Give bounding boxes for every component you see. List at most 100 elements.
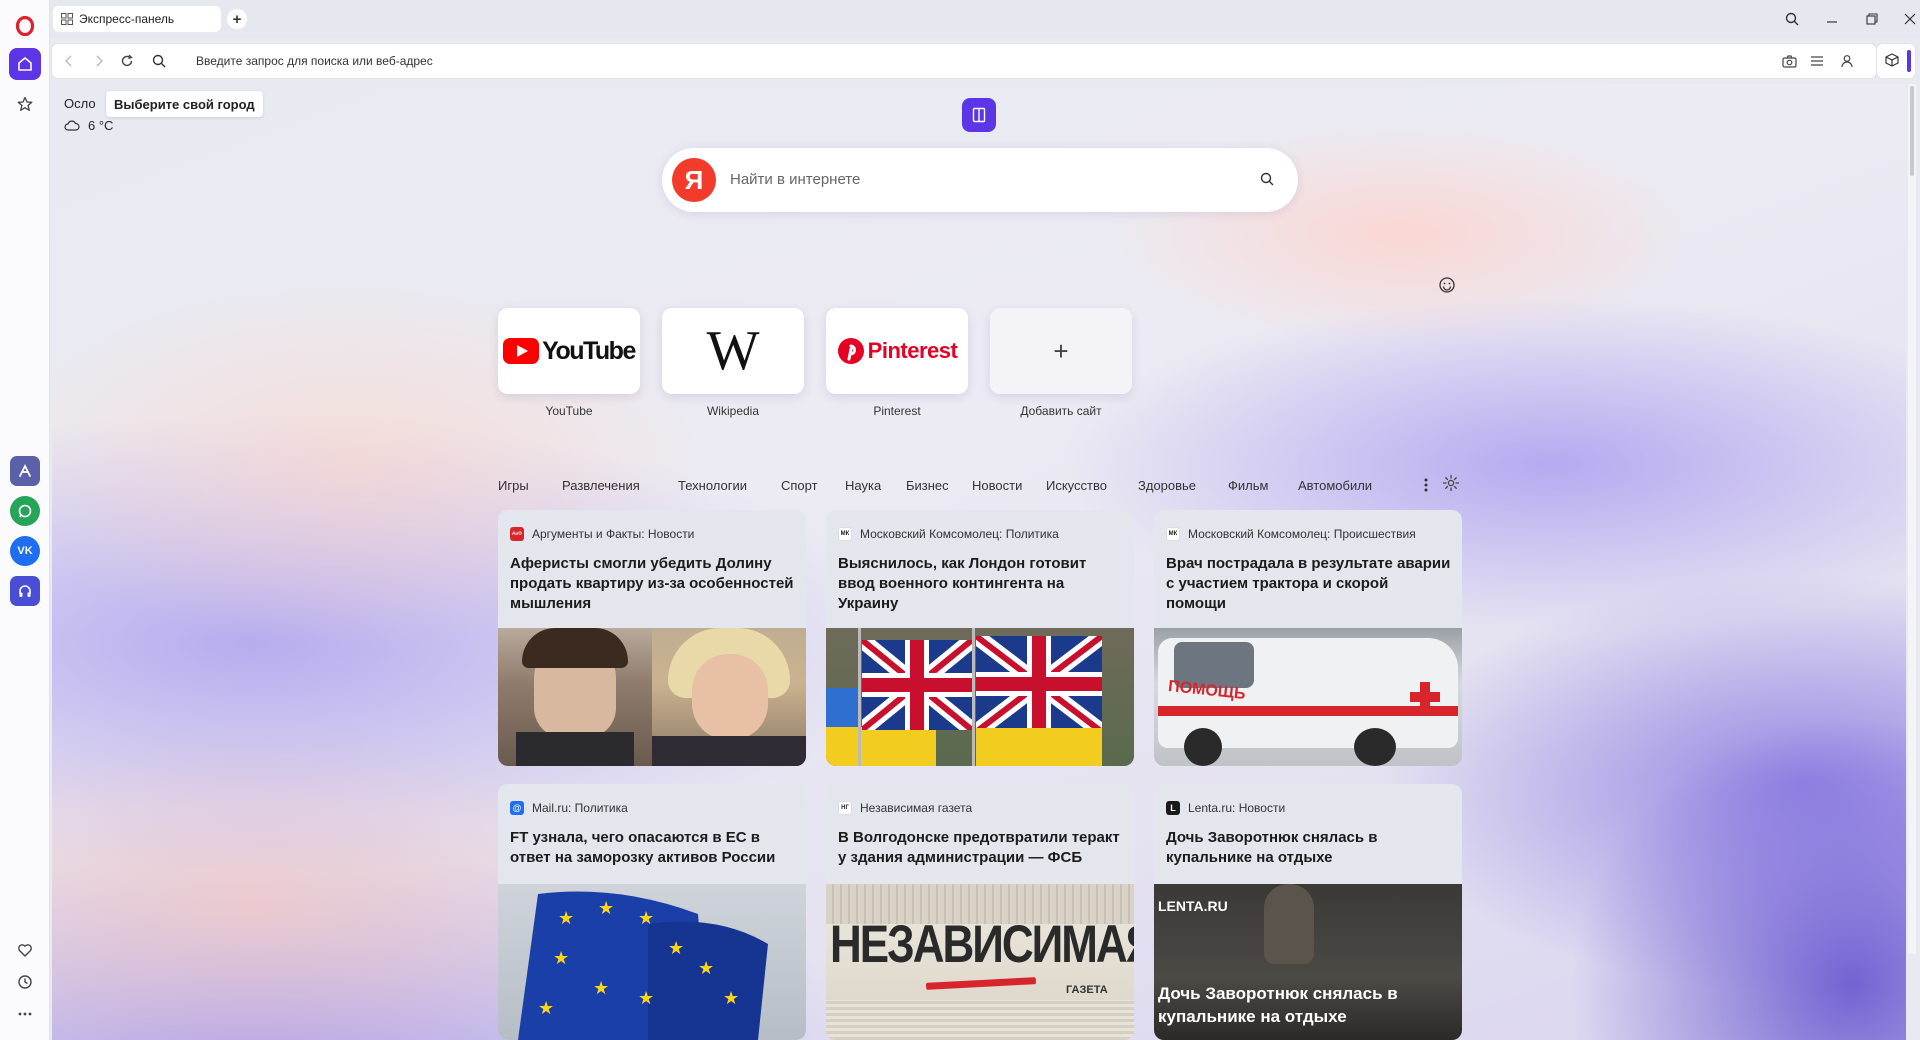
news-title[interactable]: Выяснилось, как Лондон готовит ввод воен… — [838, 554, 1124, 614]
home-button[interactable] — [9, 48, 41, 80]
category-health[interactable]: Здоровье — [1138, 478, 1196, 493]
search-icon — [1785, 12, 1799, 26]
news-card[interactable]: МК Московский Комсомолец: Происшествия В… — [1154, 510, 1462, 766]
wikipedia-logo-icon: W — [706, 320, 760, 382]
my-flow-button[interactable] — [9, 934, 41, 966]
restore-button[interactable] — [1860, 8, 1884, 30]
news-title[interactable]: Врач пострадала в результате аварии с уч… — [1166, 554, 1452, 614]
vk-icon: VK — [17, 545, 33, 557]
news-card[interactable]: L Lenta.ru: Новости Дочь Заворотнюк снял… — [1154, 784, 1462, 1040]
news-card[interactable]: @ Mail.ru: Политика FT узнала, чего опас… — [498, 784, 806, 1040]
svg-text:★: ★ — [553, 948, 569, 968]
cloud-icon — [64, 120, 80, 131]
web-search-box[interactable]: Я Найти в интернете — [662, 148, 1298, 212]
profile-button[interactable] — [1838, 53, 1856, 69]
back-button[interactable] — [60, 52, 78, 70]
aria-ai-button[interactable] — [10, 456, 40, 486]
svg-text:★: ★ — [698, 958, 714, 978]
scrollbar-thumb[interactable] — [1910, 86, 1914, 176]
news-image: ★ ★ ★ ★ ★ ★ ★ ★ ★ ★ — [498, 884, 806, 1040]
tab-speed-dial[interactable]: Экспресс-панель — [53, 6, 221, 32]
sidebar-more-button[interactable] — [9, 998, 41, 1030]
whatsapp-button[interactable] — [10, 496, 40, 526]
search-icon — [1260, 172, 1274, 186]
weather-city[interactable]: Осло — [64, 96, 96, 111]
news-title[interactable]: В Волгодонске предотвратили теракт у зда… — [838, 828, 1124, 868]
extensions-button[interactable] — [1885, 53, 1899, 72]
tab-search-button[interactable] — [1780, 8, 1804, 30]
news-source: МК Московский Комсомолец: Происшествия — [1166, 526, 1446, 542]
speed-dial-pinterest[interactable]: Pinterest — [826, 308, 968, 394]
plus-icon: + — [1053, 335, 1069, 366]
speed-dial-page: Осло Выберите свой город 6 °C Я Найти в … — [52, 84, 1906, 1040]
category-news[interactable]: Новости — [972, 478, 1022, 493]
vk-button[interactable]: VK — [10, 536, 40, 566]
speed-dial-label: YouTube — [545, 404, 593, 418]
news-source: МК Московский Комсомолец: Политика — [838, 526, 1118, 542]
settings-panel-icon — [972, 107, 986, 123]
more-categories-button[interactable] — [1423, 476, 1429, 499]
easy-setup-button[interactable] — [962, 98, 996, 132]
news-source: НГ Независимая газета — [838, 800, 1118, 816]
news-source-name: Lenta.ru: Новости — [1188, 801, 1286, 815]
category-art[interactable]: Искусство — [1046, 478, 1107, 493]
category-science[interactable]: Наука — [845, 478, 881, 493]
bookmarks-button[interactable] — [9, 88, 41, 120]
ng-logo-icon: НГ — [838, 801, 852, 815]
address-bar: Введите запрос для поиска или веб-адрес — [52, 44, 1876, 78]
news-card[interactable]: МК Московский Комсомолец: Политика Выясн… — [826, 510, 1134, 766]
search-submit-button[interactable] — [1260, 172, 1274, 191]
opera-menu-button[interactable] — [9, 10, 41, 42]
category-film[interactable]: Фильм — [1228, 478, 1268, 493]
address-input[interactable]: Введите запрос для поиска или веб-адрес — [196, 54, 433, 68]
search-input[interactable]: Найти в интернете — [730, 171, 860, 188]
forward-button[interactable] — [90, 52, 108, 70]
choose-city-tooltip: Выберите свой город — [106, 91, 263, 117]
music-player-button[interactable] — [10, 576, 40, 606]
speed-dial-label: Wikipedia — [706, 404, 760, 418]
news-card[interactable]: АиФ Аргументы и Факты: Новости Аферисты … — [498, 510, 806, 766]
lenta-logo-icon: L — [1166, 801, 1180, 815]
category-sport[interactable]: Спорт — [781, 478, 818, 493]
restore-icon — [1866, 13, 1878, 25]
category-cars[interactable]: Автомобили — [1298, 478, 1372, 493]
snapshot-button[interactable] — [1780, 53, 1798, 69]
category-entertainment[interactable]: Развлечения — [562, 478, 640, 493]
scrollbar-track[interactable] — [1908, 84, 1916, 954]
reload-button[interactable] — [118, 52, 136, 70]
news-card[interactable]: НГ Независимая газета В Волгодонске пред… — [826, 784, 1134, 1040]
news-title[interactable]: Аферисты смогли убедить Долину продать к… — [510, 554, 796, 614]
news-title[interactable]: Дочь Заворотнюк снялась в купальнике на … — [1166, 828, 1452, 868]
menu-lines-icon — [1811, 56, 1823, 66]
weather-widget[interactable]: 6 °C — [64, 118, 113, 133]
news-title[interactable]: FT узнала, чего опасаются в ЕС в ответ н… — [510, 828, 796, 868]
whatsapp-icon — [18, 504, 32, 518]
svg-text:★: ★ — [593, 978, 609, 998]
speed-dial-wikipedia[interactable]: W — [662, 308, 804, 394]
news-image — [826, 628, 1134, 766]
svg-text:★: ★ — [598, 898, 614, 918]
user-icon — [1841, 55, 1853, 68]
category-technology[interactable]: Технологии — [678, 478, 747, 493]
close-window-button[interactable] — [1898, 8, 1920, 30]
news-source-name: Аргументы и Факты: Новости — [532, 527, 695, 541]
history-button[interactable] — [9, 966, 41, 998]
svg-text:★: ★ — [638, 908, 654, 928]
svg-text:★: ★ — [723, 988, 739, 1008]
opera-logo-icon — [16, 16, 34, 36]
lenta-brand: LENTA.RU — [1158, 898, 1228, 914]
feedback-button[interactable] — [1438, 276, 1456, 299]
speed-dial-label: Pinterest — [873, 404, 921, 418]
minimize-button[interactable] — [1820, 8, 1844, 30]
news-settings-button[interactable] — [1442, 474, 1460, 497]
new-tab-button[interactable]: + — [227, 9, 247, 29]
camera-icon — [1781, 54, 1797, 68]
mailru-logo-icon: @ — [510, 801, 524, 815]
news-image: НЕЗАВИСИМАЯ ГАЗЕТА — [826, 884, 1134, 1040]
category-business[interactable]: Бизнес — [906, 478, 949, 493]
star-icon — [17, 96, 33, 111]
add-site-button[interactable]: + — [990, 308, 1132, 394]
category-games[interactable]: Игры — [498, 478, 529, 493]
easy-files-button[interactable] — [1808, 53, 1826, 69]
speed-dial-youtube[interactable]: YouTube — [498, 308, 640, 394]
